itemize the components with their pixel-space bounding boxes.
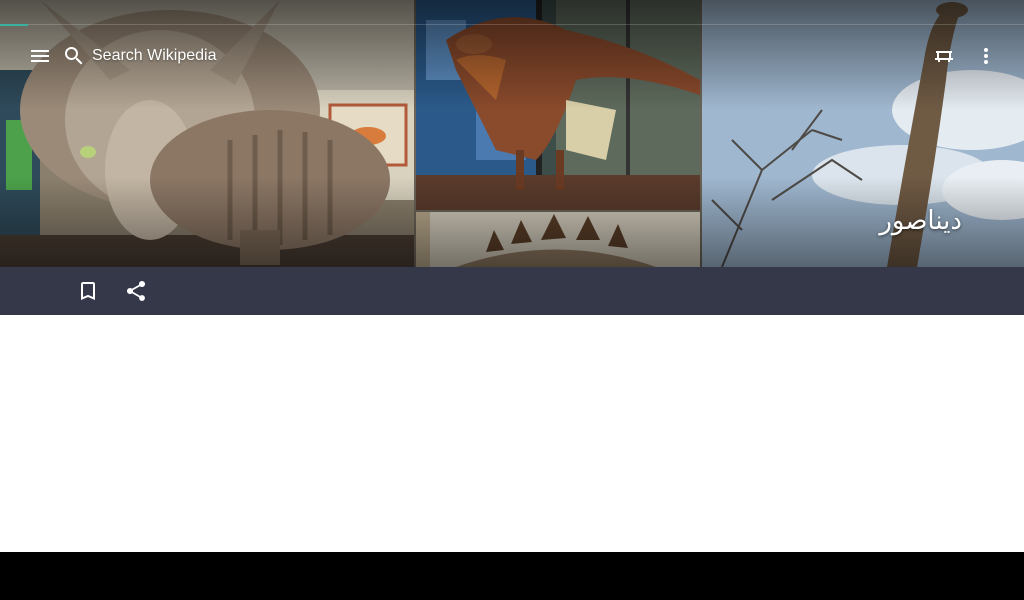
article-content-area	[0, 315, 1024, 552]
search-bar[interactable]: Search Wikipedia	[62, 36, 217, 76]
bookmark-icon	[81, 282, 95, 300]
menu-icon	[31, 50, 49, 62]
overflow-menu-button[interactable]	[966, 36, 1006, 76]
system-navigation-bar	[0, 552, 1024, 600]
page-load-progress	[0, 24, 28, 26]
search-placeholder: Search Wikipedia	[92, 47, 217, 64]
article-action-bar	[0, 267, 1024, 315]
save-to-list-button[interactable]	[68, 271, 108, 311]
status-bar-divider	[0, 24, 1024, 25]
share-icon	[126, 280, 146, 301]
more-vert-icon	[984, 48, 988, 64]
search-icon	[65, 47, 83, 65]
app-toolbar: Search Wikipedia	[0, 32, 1024, 80]
reading-lists-button[interactable]	[924, 36, 964, 76]
stegosaurus-illustration	[416, 212, 700, 267]
menu-button[interactable]	[20, 36, 60, 76]
share-button[interactable]	[116, 271, 156, 311]
article-title: ديناصور	[879, 206, 962, 236]
lead-image-stegosaurus	[416, 212, 700, 267]
reading-lists-icon	[935, 51, 953, 62]
article-screen: ديناصور Search Wikipedia	[0, 0, 1024, 552]
